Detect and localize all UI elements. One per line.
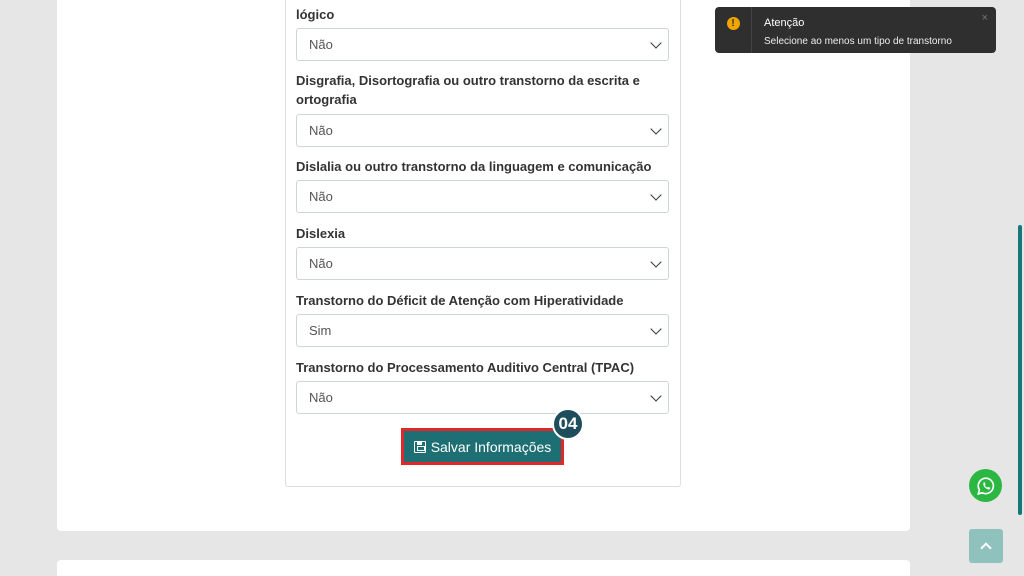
select-logico[interactable]: Não bbox=[296, 28, 669, 61]
select-value: Sim bbox=[309, 323, 332, 338]
field-label-disgrafia: Disgrafia, Disortografia ou outro transt… bbox=[296, 73, 640, 107]
chevron-down-icon bbox=[650, 389, 662, 402]
select-dislexia[interactable]: Não bbox=[296, 247, 669, 280]
toast-notification: ! Atenção Selecione ao menos um tipo de … bbox=[715, 7, 996, 53]
toast-message: Selecione ao menos um tipo de transtorno bbox=[764, 36, 952, 47]
chevron-down-icon bbox=[650, 122, 662, 135]
select-dislalia[interactable]: Não bbox=[296, 180, 669, 213]
chevron-down-icon bbox=[650, 188, 662, 201]
select-tdah[interactable]: Sim bbox=[296, 314, 669, 347]
toast-icon-column: ! bbox=[715, 7, 752, 53]
select-disgrafia[interactable]: Não bbox=[296, 114, 669, 147]
step-badge: 04 bbox=[552, 408, 584, 440]
chevron-down-icon bbox=[650, 36, 662, 49]
warning-icon: ! bbox=[726, 17, 740, 30]
back-to-top-button[interactable] bbox=[969, 529, 1003, 563]
chevron-down-icon bbox=[650, 322, 662, 335]
chevron-down-icon bbox=[650, 255, 662, 268]
select-value: Não bbox=[309, 256, 333, 271]
chevron-up-icon bbox=[980, 542, 992, 554]
close-icon[interactable]: × bbox=[982, 12, 988, 24]
save-button-label: Salvar Informações bbox=[430, 438, 552, 455]
field-label-tpac: Transtorno do Processamento Auditivo Cen… bbox=[296, 360, 635, 375]
field-label-dislexia: Dislexia bbox=[296, 226, 346, 241]
scrollbar-thumb[interactable] bbox=[1018, 225, 1022, 515]
whatsapp-icon bbox=[976, 476, 994, 495]
field-label-logico: lógico bbox=[296, 7, 335, 22]
select-value: Não bbox=[309, 37, 333, 52]
select-value: Não bbox=[309, 390, 333, 405]
save-icon bbox=[413, 440, 426, 453]
footer-card bbox=[57, 560, 910, 576]
toast-title: Atenção bbox=[764, 17, 805, 29]
field-label-dislalia: Dislalia ou outro transtorno da linguage… bbox=[296, 159, 652, 174]
whatsapp-button[interactable] bbox=[969, 469, 1002, 502]
select-tpac[interactable]: Não bbox=[296, 381, 669, 414]
select-value: Não bbox=[309, 189, 333, 204]
save-button[interactable]: Salvar Informações bbox=[401, 428, 564, 465]
select-value: Não bbox=[309, 123, 333, 138]
